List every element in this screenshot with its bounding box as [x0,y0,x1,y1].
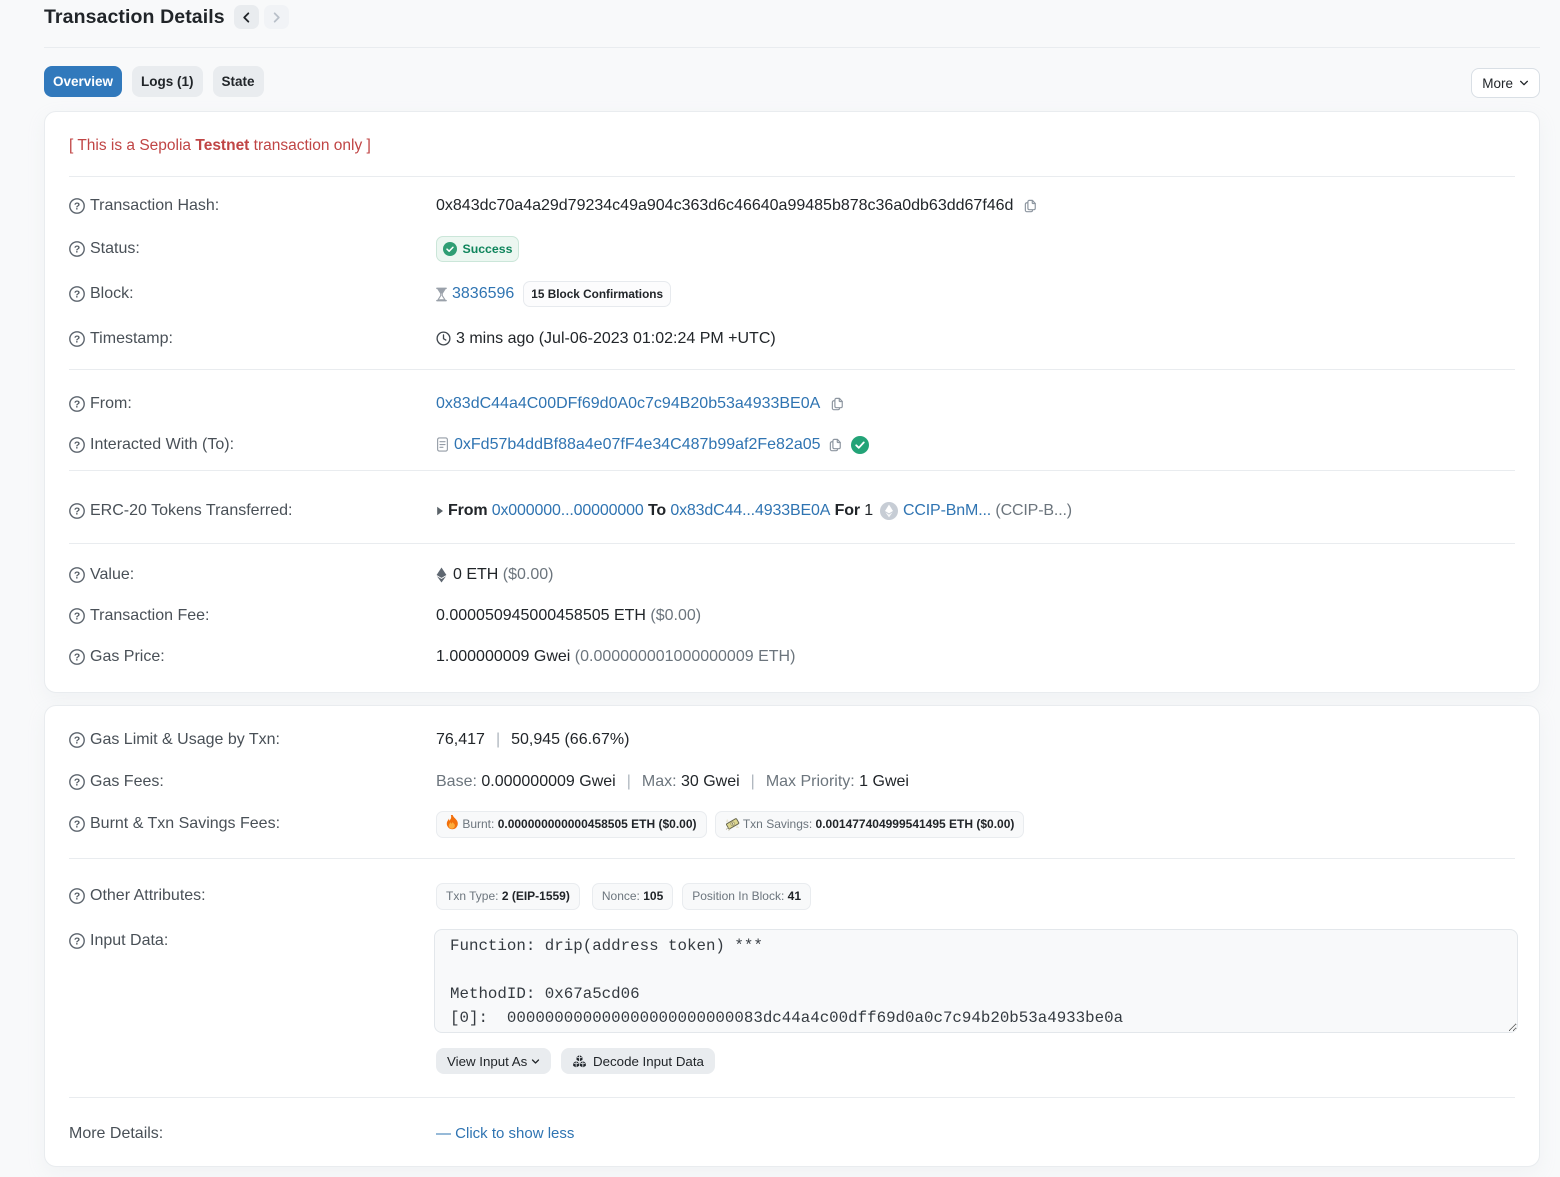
svg-text:?: ? [74,937,80,948]
svg-text:?: ? [74,778,80,789]
svg-text:?: ? [74,820,80,831]
svg-text:?: ? [74,399,80,410]
svg-text:?: ? [74,245,80,256]
svg-text:?: ? [74,570,80,581]
svg-text:?: ? [74,736,80,747]
svg-text:?: ? [74,201,80,212]
svg-text:?: ? [74,892,80,903]
svg-text:?: ? [74,652,80,663]
svg-text:?: ? [74,611,80,622]
svg-text:?: ? [74,334,80,345]
svg-text:?: ? [74,440,80,451]
svg-text:?: ? [74,506,80,517]
svg-text:?: ? [74,290,80,301]
